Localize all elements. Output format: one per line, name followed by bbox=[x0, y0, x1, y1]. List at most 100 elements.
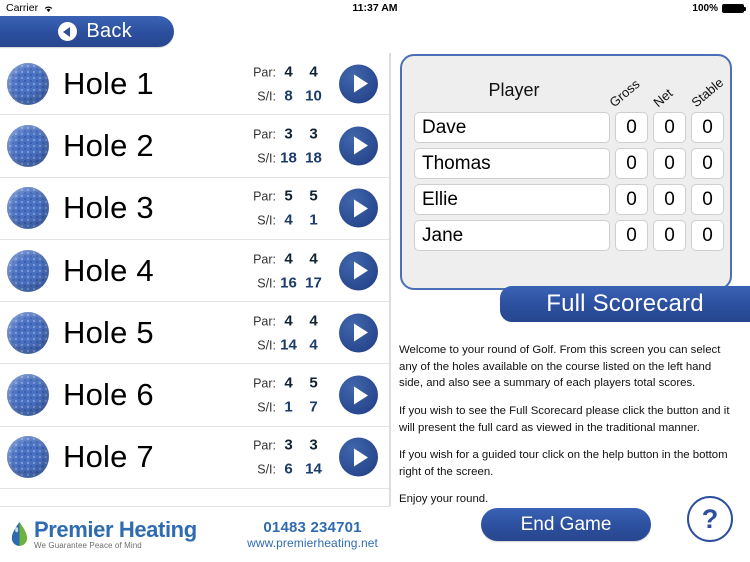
si-value-2: 17 bbox=[305, 274, 322, 292]
si-value-1: 1 bbox=[284, 398, 293, 416]
player-name-field[interactable]: Dave bbox=[414, 112, 610, 143]
end-game-label: End Game bbox=[520, 513, 612, 535]
scorecard-col-stable: Stable bbox=[688, 74, 727, 110]
si-value-2: 4 bbox=[309, 336, 318, 354]
player-name-field[interactable]: Ellie bbox=[414, 184, 610, 215]
sponsor-logo-text: Premier Heating We Guarantee Peace of Mi… bbox=[34, 519, 197, 550]
par-value-1: 4 bbox=[284, 250, 293, 268]
hole-go-button[interactable] bbox=[339, 126, 378, 166]
par-line: Par: 5 5 bbox=[242, 188, 326, 205]
hole-row[interactable]: Hole 3 Par: 5 5 S/I: 4 1 bbox=[0, 178, 389, 240]
back-button[interactable]: Back bbox=[0, 16, 174, 47]
hole-go-button[interactable] bbox=[339, 313, 378, 353]
si-label: S/I: bbox=[257, 400, 276, 415]
par-line: Par: 4 4 bbox=[242, 312, 326, 329]
hole-row[interactable]: Hole 4 Par: 4 4 S/I: 16 17 bbox=[0, 240, 389, 303]
player-stable-value[interactable]: 0 bbox=[691, 112, 724, 143]
si-value-2: 14 bbox=[305, 460, 322, 478]
golf-ball-icon bbox=[7, 124, 49, 167]
scorecard-col-net: Net bbox=[650, 85, 676, 110]
si-value-2: 7 bbox=[309, 398, 318, 416]
sponsor-contact: 01483 234701 www.premierheating.net bbox=[247, 519, 378, 550]
hole-go-button[interactable] bbox=[339, 375, 378, 415]
hole-go-button[interactable] bbox=[339, 64, 378, 104]
play-arrow-icon bbox=[354, 199, 368, 218]
par-value-2: 3 bbox=[309, 436, 318, 454]
par-label: Par: bbox=[253, 65, 276, 80]
water-drop-icon bbox=[10, 521, 29, 548]
scorecard-panel: Player Gross Net Stable Dave 0 0 0 Thomas 0 0 0… bbox=[400, 54, 732, 290]
si-label: S/I: bbox=[257, 89, 276, 104]
hole-name-label: Hole 4 bbox=[63, 252, 154, 288]
par-label: Par: bbox=[253, 127, 276, 142]
si-line: S/I: 1 7 bbox=[242, 399, 326, 416]
hole-name-label: Hole 7 bbox=[63, 439, 154, 475]
hole-name-label: Hole 1 bbox=[63, 65, 154, 101]
hole-go-button[interactable] bbox=[339, 251, 378, 291]
hole-row[interactable]: Hole 6 Par: 4 5 S/I: 1 7 bbox=[0, 364, 389, 427]
hole-stats: Par: 4 4 S/I: 8 10 bbox=[242, 63, 326, 104]
battery-icon bbox=[722, 3, 746, 13]
play-arrow-icon bbox=[354, 261, 368, 280]
par-label: Par: bbox=[253, 438, 276, 453]
si-label: S/I: bbox=[257, 462, 276, 477]
player-net-value[interactable]: 0 bbox=[653, 148, 686, 179]
golf-ball-icon bbox=[7, 187, 49, 230]
player-stable-value[interactable]: 0 bbox=[691, 184, 724, 215]
sponsor-phone[interactable]: 01483 234701 bbox=[247, 519, 378, 536]
full-scorecard-button[interactable]: Full Scorecard bbox=[500, 286, 750, 322]
par-value-2: 5 bbox=[309, 187, 318, 205]
sponsor-website[interactable]: www.premierheating.net bbox=[247, 536, 378, 550]
si-value-1: 16 bbox=[280, 274, 297, 292]
hole-go-button[interactable] bbox=[339, 437, 378, 477]
si-label: S/I: bbox=[257, 276, 276, 291]
player-name-field[interactable]: Jane bbox=[414, 220, 610, 251]
par-label: Par: bbox=[253, 314, 276, 329]
hole-name-label: Hole 6 bbox=[63, 377, 154, 413]
scorecard-player-row: Dave 0 0 0 bbox=[414, 112, 724, 143]
player-net-value[interactable]: 0 bbox=[653, 112, 686, 143]
player-stable-value[interactable]: 0 bbox=[691, 220, 724, 251]
player-stable-value[interactable]: 0 bbox=[691, 148, 724, 179]
si-value-2: 18 bbox=[305, 149, 322, 167]
player-gross-value[interactable]: 0 bbox=[615, 184, 648, 215]
sponsor-footer: Premier Heating We Guarantee Peace of Mi… bbox=[0, 506, 390, 562]
hole-name-label: Hole 5 bbox=[63, 314, 154, 350]
player-net-value[interactable]: 0 bbox=[653, 184, 686, 215]
play-arrow-icon bbox=[354, 136, 368, 155]
golf-ball-icon bbox=[7, 249, 49, 292]
hole-row[interactable]: Hole 5 Par: 4 4 S/I: 14 4 bbox=[0, 302, 389, 365]
instructions-paragraph-4: Enjoy your round. bbox=[399, 493, 489, 506]
instructions-paragraph-1: Welcome to your round of Golf. From this… bbox=[399, 344, 721, 390]
back-button-label: Back bbox=[86, 20, 132, 42]
hole-go-button[interactable] bbox=[339, 188, 378, 228]
hole-row[interactable]: Hole 7 Par: 3 3 S/I: 6 14 bbox=[0, 427, 389, 490]
player-net-value[interactable]: 0 bbox=[653, 220, 686, 251]
par-line: Par: 4 5 bbox=[242, 375, 326, 392]
player-gross-value[interactable]: 0 bbox=[615, 220, 648, 251]
par-line: Par: 4 4 bbox=[242, 250, 326, 267]
si-value-1: 14 bbox=[280, 336, 297, 354]
si-label: S/I: bbox=[257, 338, 276, 353]
si-line: S/I: 16 17 bbox=[242, 274, 326, 291]
hole-stats: Par: 5 5 S/I: 4 1 bbox=[242, 188, 326, 229]
hole-row[interactable]: Hole 2 Par: 3 3 S/I: 18 18 bbox=[0, 115, 389, 178]
end-game-button[interactable]: End Game bbox=[481, 508, 651, 541]
par-label: Par: bbox=[253, 252, 276, 267]
hole-list[interactable]: Hole 1 Par: 4 4 S/I: 8 10 Hole 2 Par: 3 3 S/I: 18 18 H… bbox=[0, 53, 390, 506]
help-button[interactable]: ? bbox=[687, 496, 733, 542]
si-value-2: 10 bbox=[305, 87, 322, 105]
instructions-text: Welcome to your round of Golf. From this… bbox=[399, 342, 735, 508]
player-gross-value[interactable]: 0 bbox=[615, 148, 648, 179]
si-value-1: 18 bbox=[280, 149, 297, 167]
par-value-1: 4 bbox=[284, 63, 293, 81]
si-line: S/I: 6 14 bbox=[242, 461, 326, 478]
player-name-field[interactable]: Thomas bbox=[414, 148, 610, 179]
si-line: S/I: 4 1 bbox=[242, 212, 326, 229]
player-gross-value[interactable]: 0 bbox=[615, 112, 648, 143]
instructions-paragraph-2: If you wish to see the Full Scorecard pl… bbox=[399, 404, 730, 434]
instructions-paragraph-3: If you wish for a guided tour click on t… bbox=[399, 449, 728, 478]
scorecard-player-row: Thomas 0 0 0 bbox=[414, 148, 724, 179]
hole-row[interactable]: Hole 1 Par: 4 4 S/I: 8 10 bbox=[0, 53, 389, 116]
play-arrow-icon bbox=[354, 448, 368, 467]
